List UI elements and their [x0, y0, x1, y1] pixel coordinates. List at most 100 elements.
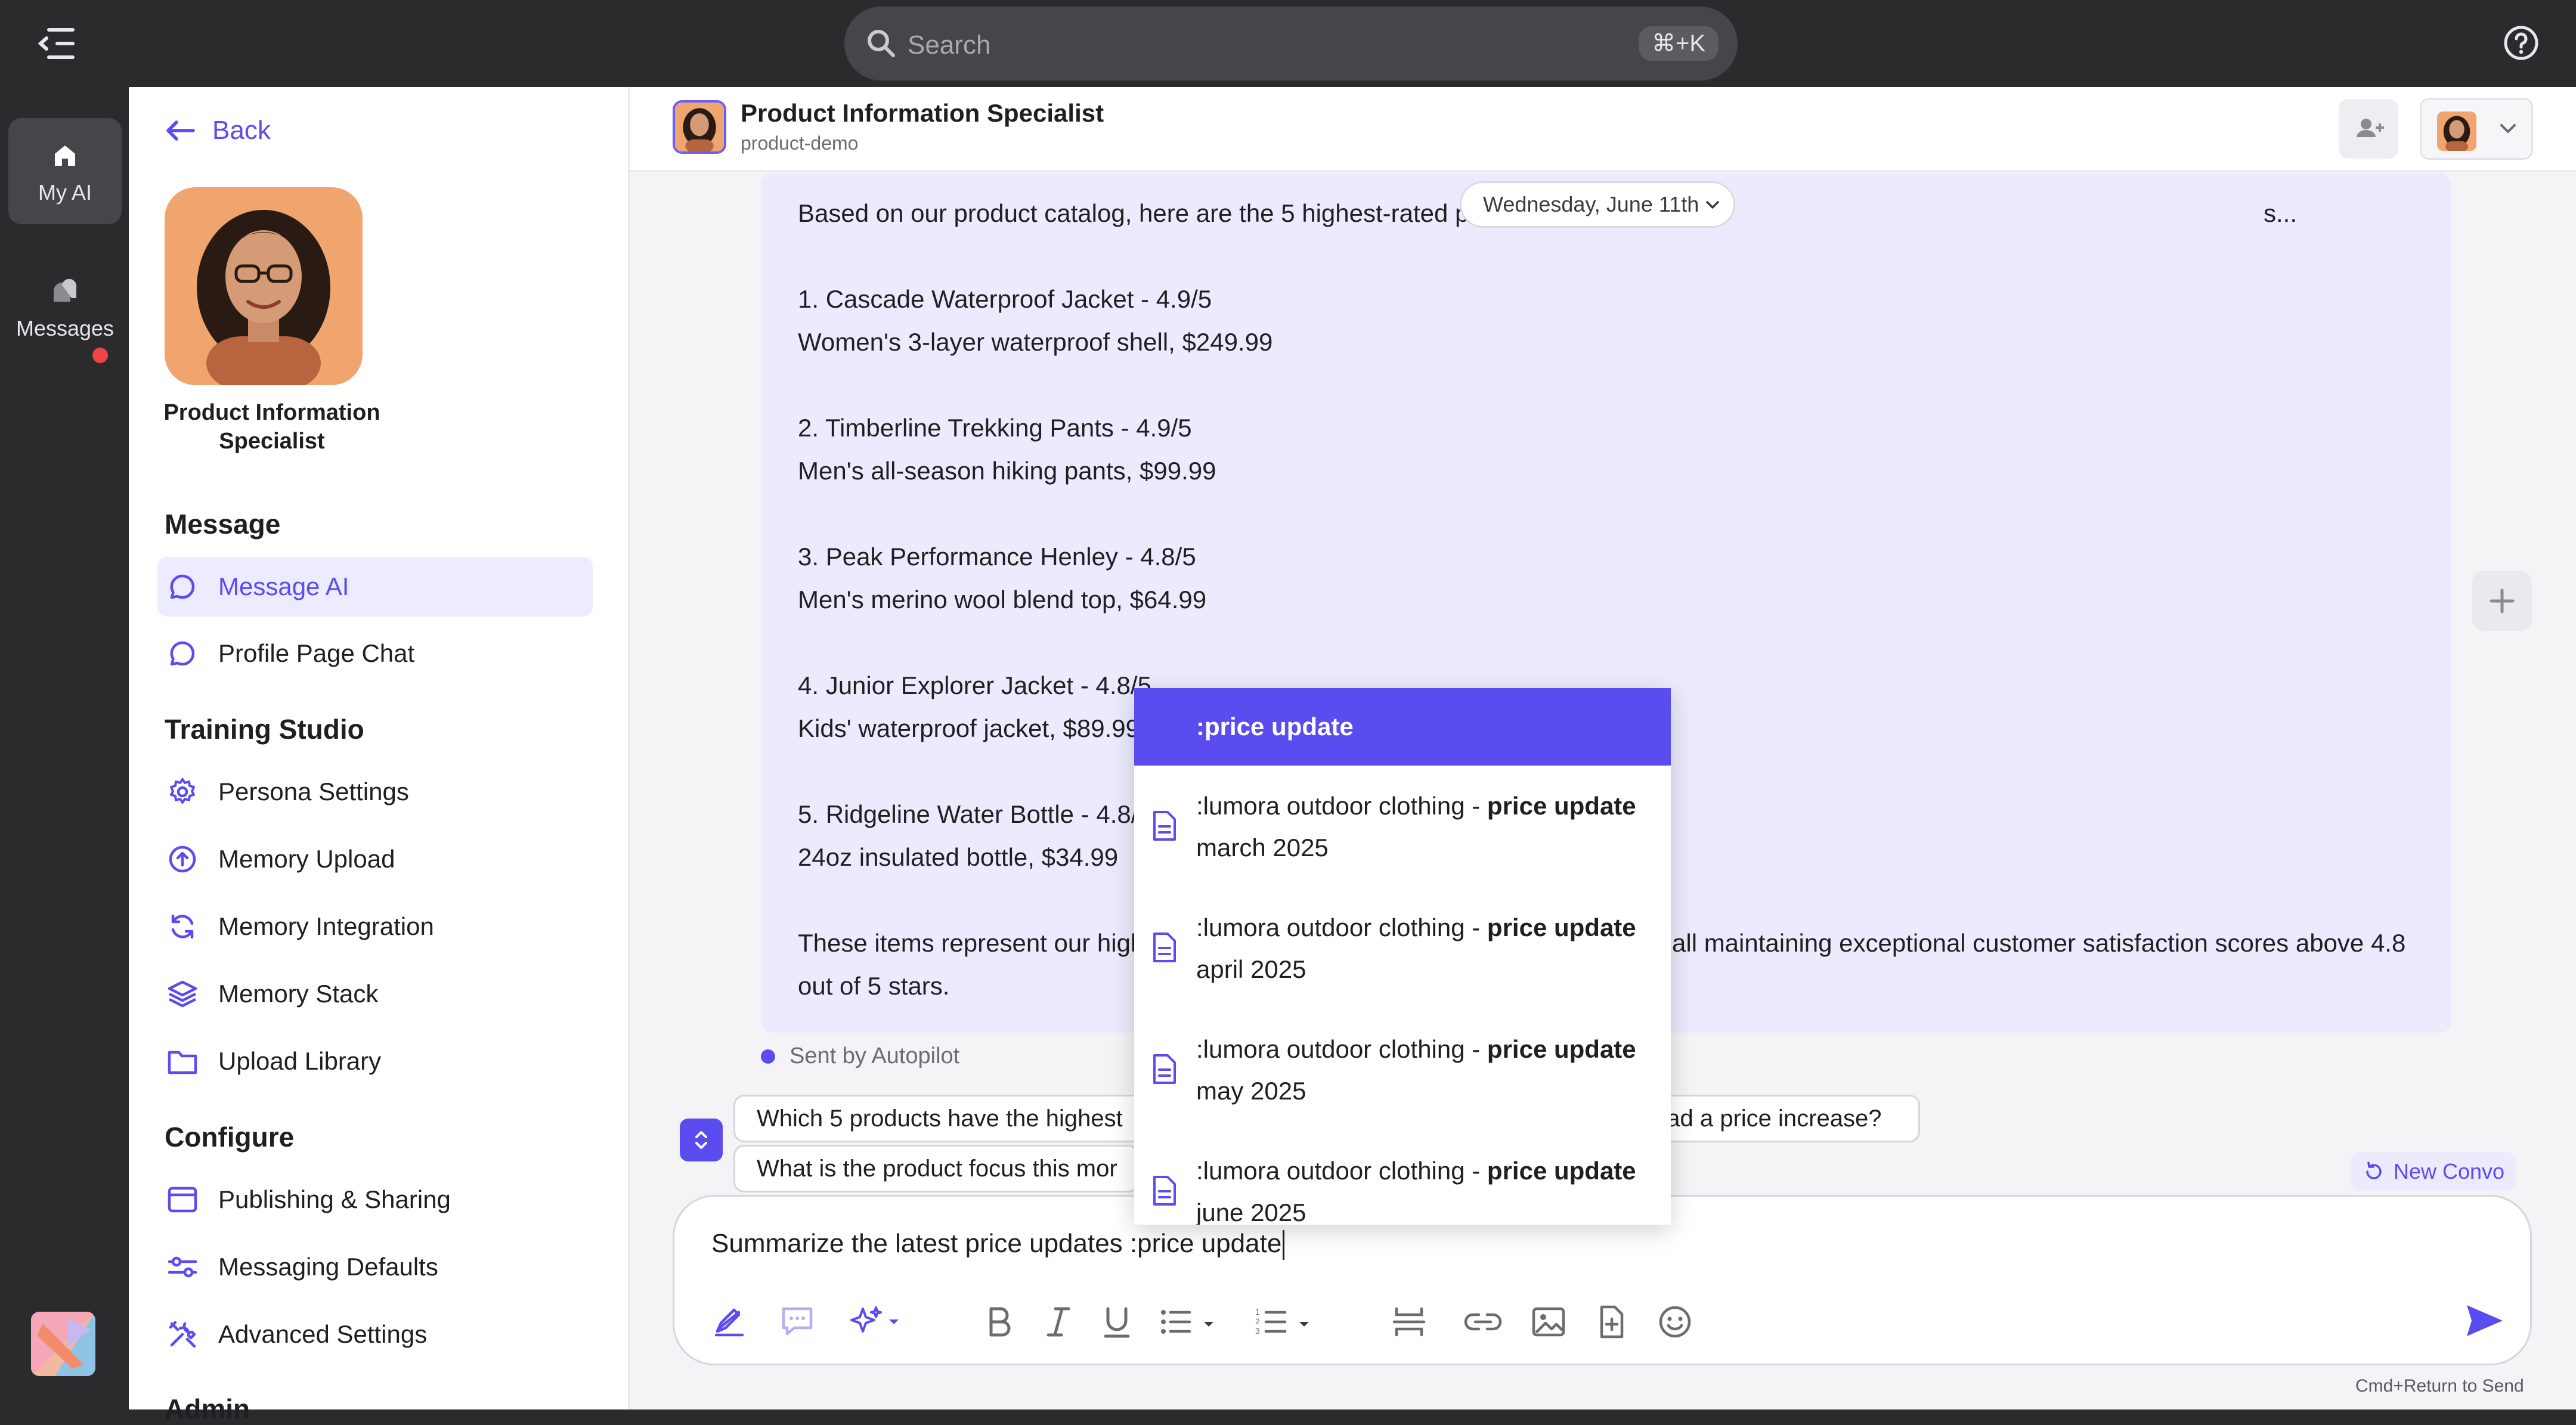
suggestions-toggle-button[interactable]: [680, 1119, 723, 1161]
message-line: Women's 3-layer waterproof shell, $249.9…: [798, 328, 1273, 356]
message-line: Men's all-season hiking pants, $99.99: [798, 457, 1216, 485]
svg-text:2: 2: [1255, 1316, 1260, 1326]
nav-item-memory-upload[interactable]: Memory Upload: [157, 829, 593, 889]
chat-bubble-icon: [166, 570, 199, 603]
status-dot: [761, 1049, 775, 1064]
message-line-tail: all maintaining exceptional customer sat…: [1672, 929, 2406, 957]
sync-icon: [166, 910, 199, 943]
suggestion-chip[interactable]: What is the product focus this mor: [733, 1145, 1139, 1192]
composer-input[interactable]: Summarize the latest price updates :pric…: [711, 1229, 1285, 1260]
notification-dot: [92, 348, 108, 363]
rail-item-my-ai[interactable]: My AI: [8, 118, 122, 224]
item-prefix: :lumora outdoor clothing -: [1196, 913, 1487, 941]
refresh-icon: [2363, 1160, 2385, 1183]
search-icon: [866, 28, 897, 59]
autopilot-pen-icon[interactable]: [710, 1303, 748, 1341]
chat-title: Product Information Specialist: [741, 99, 1104, 127]
section-title-training-studio: Training Studio: [165, 714, 364, 745]
nav-item-advanced-settings[interactable]: Advanced Settings: [157, 1305, 593, 1364]
numbered-list-dropdown[interactable]: 123: [1254, 1303, 1320, 1341]
add-button[interactable]: [2472, 571, 2532, 631]
nav-item-publishing-sharing[interactable]: Publishing & Sharing: [157, 1170, 593, 1229]
autocomplete-item[interactable]: :lumora outdoor clothing - price update …: [1134, 777, 1671, 899]
new-convo-label: New Convo: [2394, 1159, 2505, 1184]
divider-icon[interactable]: [1390, 1303, 1428, 1341]
nav-item-persona-settings[interactable]: Persona Settings: [157, 762, 593, 822]
nav-item-upload-library[interactable]: Upload Library: [157, 1031, 593, 1091]
send-icon[interactable]: [2463, 1302, 2505, 1340]
italic-icon[interactable]: [1039, 1303, 1078, 1341]
agent-name: Product Information Specialist: [163, 400, 380, 454]
nav-item-message-ai[interactable]: Message AI: [157, 557, 593, 617]
arrow-left-icon: [165, 119, 196, 142]
emoji-icon[interactable]: [1656, 1303, 1694, 1341]
help-icon[interactable]: [2502, 24, 2540, 62]
search-bar[interactable]: Search ⌘+K: [844, 7, 1738, 80]
collapse-sidebar-icon[interactable]: [37, 25, 76, 62]
svg-text:3: 3: [1255, 1326, 1260, 1336]
svg-text:1: 1: [1255, 1307, 1260, 1316]
app-logo[interactable]: [31, 1312, 95, 1376]
comment-icon[interactable]: [778, 1303, 816, 1341]
image-icon[interactable]: [1530, 1303, 1568, 1341]
nav-item-profile-page-chat[interactable]: Profile Page Chat: [157, 624, 593, 683]
bullet-list-dropdown[interactable]: [1159, 1303, 1224, 1341]
suggestion-chip-text-tail: had a price increase?: [1654, 1105, 1882, 1132]
nav-item-memory-integration[interactable]: Memory Integration: [157, 897, 593, 956]
attach-file-icon[interactable]: [1593, 1303, 1631, 1341]
new-convo-button[interactable]: New Convo: [2351, 1152, 2517, 1191]
section-title-admin: Admin: [165, 1393, 250, 1424]
item-match: price update: [1487, 913, 1636, 941]
link-icon[interactable]: [1459, 1303, 1507, 1341]
top-bar: Search ⌘+K: [0, 0, 2576, 87]
search-placeholder: Search: [908, 30, 991, 60]
add-user-button[interactable]: [2339, 99, 2398, 159]
autocomplete-popup: :price update :lumora outdoor clothing -…: [1134, 688, 1671, 1225]
underline-icon[interactable]: [1098, 1303, 1136, 1341]
autocomplete-item[interactable]: :lumora outdoor clothing - price update …: [1134, 1142, 1671, 1225]
document-icon: [1151, 1053, 1178, 1085]
chevron-down-icon: [1705, 200, 1720, 210]
item-match: price update: [1487, 792, 1636, 820]
app-rail: My AI Messages: [0, 87, 129, 1409]
autocomplete-query[interactable]: :price update: [1134, 688, 1671, 766]
item-date: april 2025: [1196, 955, 1306, 983]
nav-item-label: Memory Integration: [218, 912, 434, 940]
send-shortcut-hint: Cmd+Return to Send: [2355, 1376, 2524, 1396]
back-button[interactable]: Back: [165, 116, 271, 145]
item-match: price update: [1487, 1157, 1636, 1185]
section-title-message: Message: [165, 509, 281, 540]
message-line: 24oz insulated bottle, $34.99: [798, 843, 1119, 871]
autocomplete-item[interactable]: :lumora outdoor clothing - price update …: [1134, 899, 1671, 1021]
nav-item-label: Messaging Defaults: [218, 1253, 438, 1281]
item-prefix: :lumora outdoor clothing -: [1196, 792, 1487, 820]
tools-icon: [166, 1318, 199, 1351]
user-menu-dropdown[interactable]: [2420, 98, 2533, 160]
item-date: march 2025: [1196, 834, 1329, 862]
nav-item-memory-stack[interactable]: Memory Stack: [157, 964, 593, 1024]
date-separator-dropdown[interactable]: Wednesday, June 11th: [1460, 181, 1736, 228]
window-icon: [166, 1183, 199, 1216]
sliders-icon: [166, 1250, 199, 1284]
layers-icon: [166, 977, 199, 1011]
agent-avatar: [165, 187, 363, 385]
nav-item-messaging-defaults[interactable]: Messaging Defaults: [157, 1237, 593, 1297]
chat-header: Product Information Specialist product-d…: [630, 87, 2576, 172]
gear-icon: [166, 775, 199, 808]
message-line: out of 5 stars.: [798, 972, 950, 1000]
message-line: 2. Timberline Trekking Pants - 4.9/5: [798, 414, 1192, 442]
bold-icon[interactable]: [980, 1303, 1018, 1341]
rail-item-messages[interactable]: Messages: [8, 254, 122, 360]
chevron-down-icon: [2499, 122, 2517, 135]
message-line: Based on our product catalog, here are t…: [798, 199, 1469, 227]
rail-label: Messages: [16, 316, 114, 340]
autocomplete-item[interactable]: :lumora outdoor clothing - price update …: [1134, 1021, 1671, 1142]
suggestion-chip-text: Which 5 products have the highest: [757, 1105, 1123, 1132]
sent-by-label: Sent by Autopilot: [789, 1043, 960, 1068]
left-navigation: Back Product Information Specialist Mess…: [129, 87, 630, 1424]
message-line: Kids' waterproof jacket, $89.99: [798, 714, 1140, 742]
message-line: 3. Peak Performance Henley - 4.8/5: [798, 543, 1196, 571]
ai-sparkle-dropdown[interactable]: [847, 1303, 907, 1341]
chat-subtitle: product-demo: [741, 132, 859, 154]
nav-item-label: Advanced Settings: [218, 1320, 428, 1348]
